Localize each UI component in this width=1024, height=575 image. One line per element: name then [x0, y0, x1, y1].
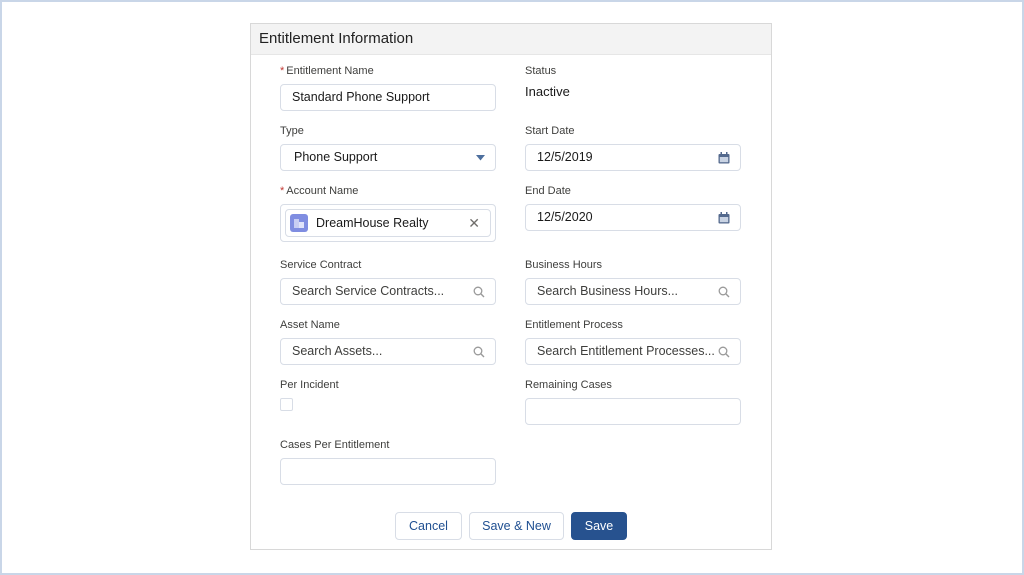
dropdown-arrow-icon: [476, 145, 485, 170]
business-hours-label: Business Hours: [525, 259, 603, 271]
end-date-input[interactable]: 12/5/2020: [525, 204, 741, 231]
account-pill[interactable]: DreamHouse Realty ✕: [285, 209, 491, 237]
required-marker: *: [280, 185, 285, 197]
start-date-input[interactable]: 12/5/2019: [525, 144, 741, 171]
account-name-field: * Account Name DreamHouse Realty ✕: [280, 184, 496, 242]
cancel-button[interactable]: Cancel: [395, 512, 462, 540]
account-name-label: Account Name: [286, 185, 359, 197]
search-icon: [473, 279, 485, 304]
end-date-label: End Date: [525, 185, 571, 197]
asset-name-label: Asset Name: [280, 319, 340, 331]
service-contract-label: Service Contract: [280, 259, 362, 271]
section-header: Entitlement Information: [251, 24, 771, 55]
type-field: Type Phone Support: [280, 124, 496, 171]
account-name-lookup[interactable]: DreamHouse Realty ✕: [280, 204, 496, 242]
entitlement-name-input[interactable]: Standard Phone Support: [280, 84, 496, 111]
entitlement-process-label: Entitlement Process: [525, 319, 623, 331]
per-incident-field: Per Incident: [280, 378, 496, 411]
business-hours-field: Business Hours Search Business Hours...: [525, 258, 741, 305]
type-select[interactable]: Phone Support: [280, 144, 496, 171]
search-icon: [473, 339, 485, 364]
section-title: Entitlement Information: [259, 30, 414, 47]
calendar-icon[interactable]: [718, 145, 730, 170]
status-field: Status Inactive: [525, 64, 741, 99]
cases-per-entitlement-field: Cases Per Entitlement: [280, 438, 496, 485]
asset-name-field: Asset Name Search Assets...: [280, 318, 496, 365]
save-button[interactable]: Save: [571, 512, 627, 540]
asset-search-input[interactable]: Search Assets...: [280, 338, 496, 365]
service-contract-search-input[interactable]: Search Service Contracts...: [280, 278, 496, 305]
remaining-cases-label: Remaining Cases: [525, 379, 612, 391]
entitlement-process-field: Entitlement Process Search Entitlement P…: [525, 318, 741, 365]
business-hours-placeholder: Search Business Hours...: [537, 284, 679, 298]
end-date-field: End Date 12/5/2020: [525, 184, 741, 231]
entitlement-name-field: * Entitlement Name Standard Phone Support: [280, 64, 496, 111]
start-date-label: Start Date: [525, 125, 575, 137]
business-hours-search-input[interactable]: Search Business Hours...: [525, 278, 741, 305]
type-selected-value: Phone Support: [294, 150, 378, 164]
service-contract-field: Service Contract Search Service Contract…: [280, 258, 496, 305]
remaining-cases-input[interactable]: [525, 398, 741, 425]
type-label: Type: [280, 125, 304, 137]
search-icon: [718, 339, 730, 364]
per-incident-label: Per Incident: [280, 379, 339, 391]
cases-per-entitlement-input[interactable]: [280, 458, 496, 485]
required-marker: *: [280, 65, 285, 77]
start-date-field: Start Date 12/5/2019: [525, 124, 741, 171]
entitlement-process-placeholder: Search Entitlement Processes...: [537, 344, 715, 358]
entitlement-form-card: Entitlement Information * Entitlement Nam…: [250, 23, 772, 550]
asset-placeholder: Search Assets...: [292, 344, 383, 358]
save-and-new-button[interactable]: Save & New: [469, 512, 564, 540]
end-date-value: 12/5/2020: [537, 210, 593, 224]
account-icon: [290, 214, 308, 232]
account-pill-label: DreamHouse Realty: [316, 216, 429, 230]
per-incident-checkbox[interactable]: [280, 398, 293, 411]
service-contract-placeholder: Search Service Contracts...: [292, 284, 445, 298]
search-icon: [718, 279, 730, 304]
entitlement-name-label: Entitlement Name: [286, 65, 374, 77]
cases-per-entitlement-label: Cases Per Entitlement: [280, 439, 390, 451]
status-value: Inactive: [525, 84, 570, 99]
remove-account-icon[interactable]: ✕: [468, 215, 480, 232]
remaining-cases-field: Remaining Cases: [525, 378, 741, 425]
entitlement-process-search-input[interactable]: Search Entitlement Processes...: [525, 338, 741, 365]
start-date-value: 12/5/2019: [537, 150, 593, 164]
calendar-icon[interactable]: [718, 205, 730, 230]
status-label: Status: [525, 65, 557, 77]
